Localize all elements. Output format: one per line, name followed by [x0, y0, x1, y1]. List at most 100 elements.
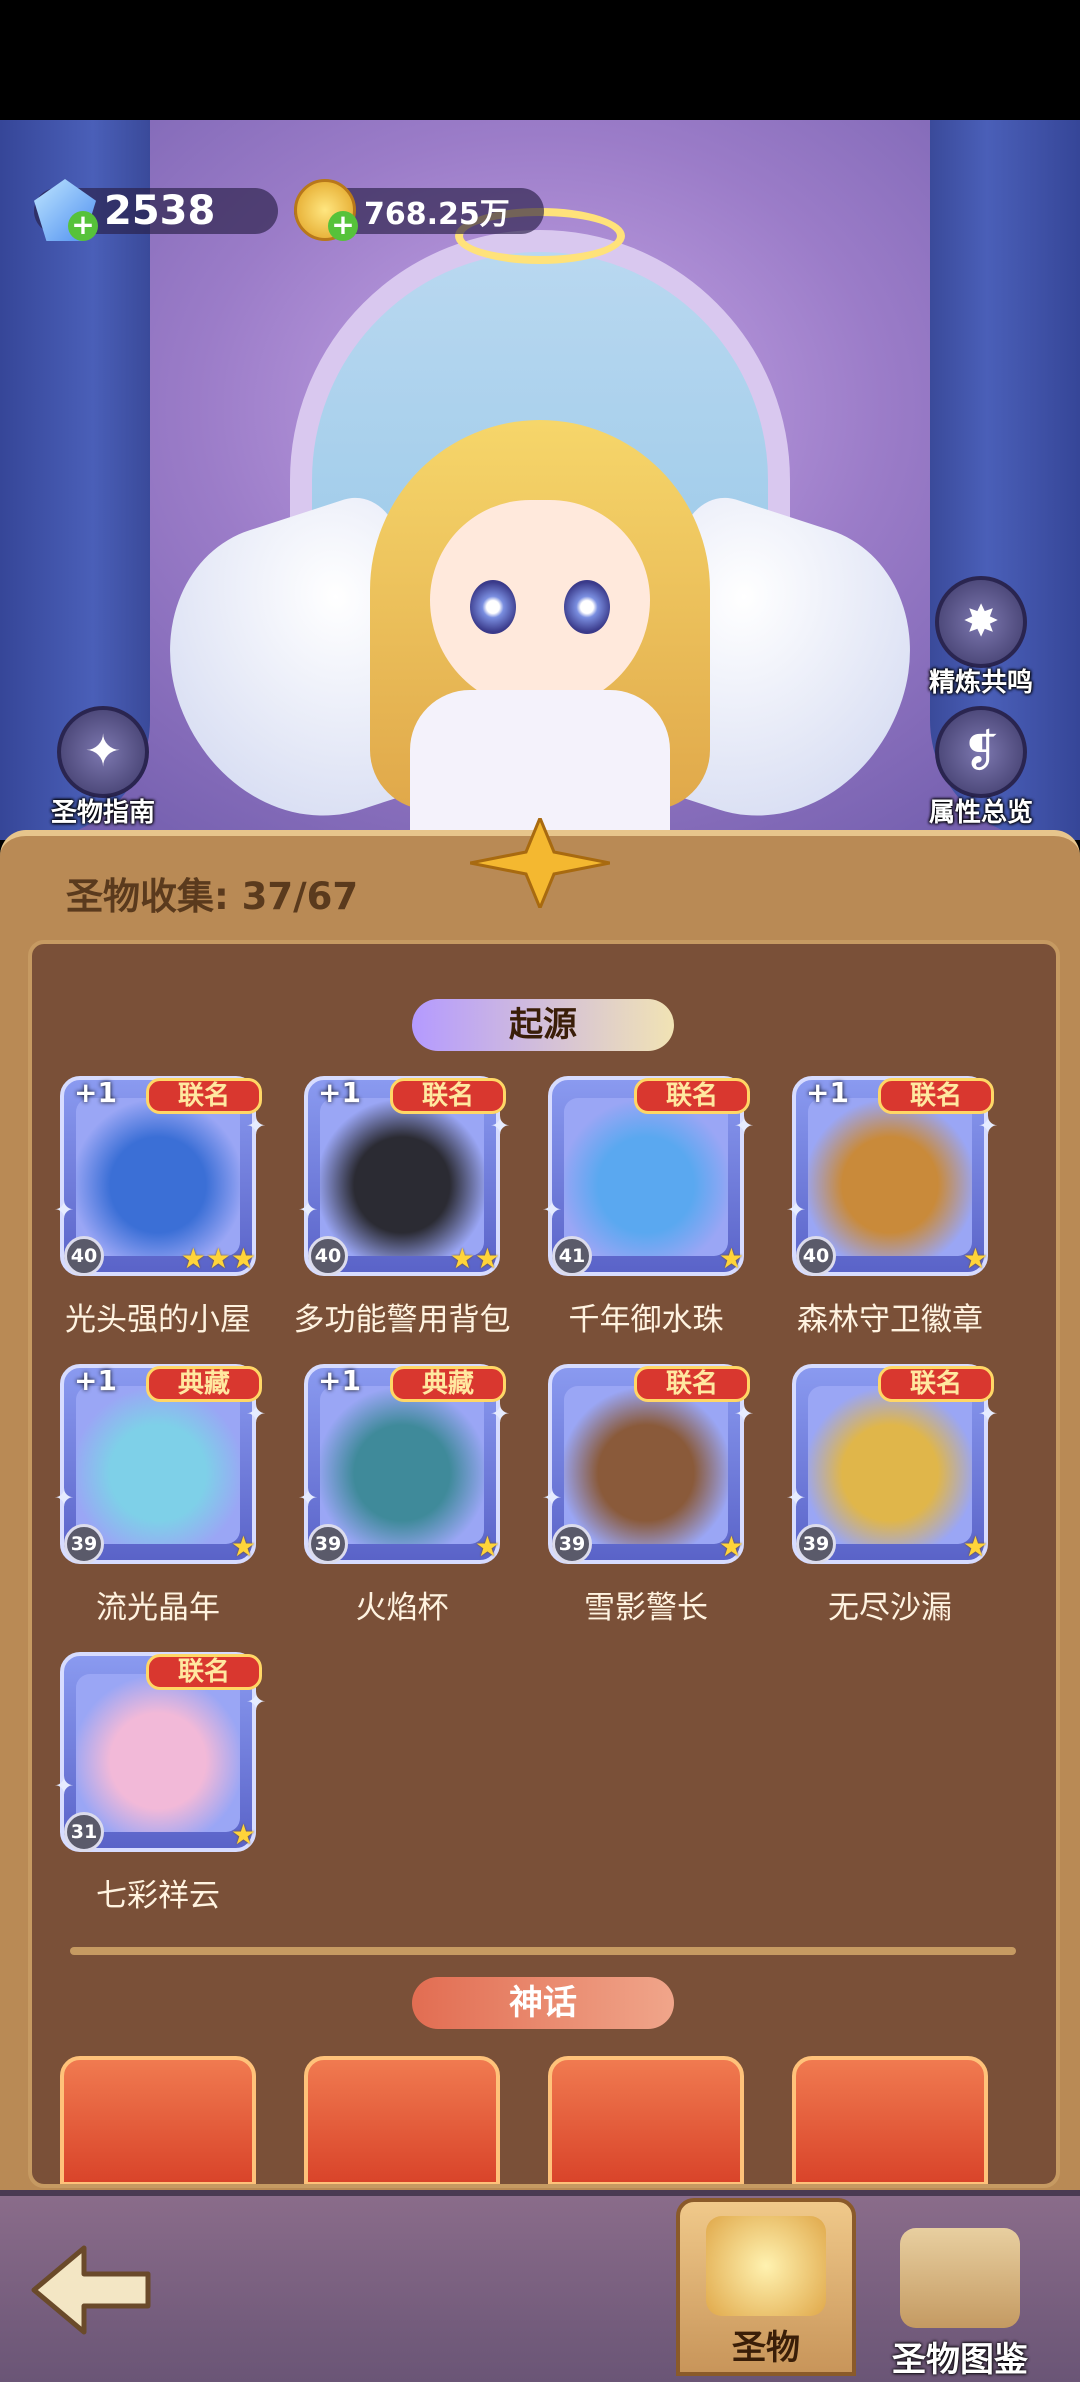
relic-art — [320, 1098, 484, 1256]
relic-level: 41 — [552, 1236, 592, 1276]
relic-card[interactable]: ✦ ✦ +1 联名 40 ★★ — [298, 1076, 514, 1296]
relic-card[interactable]: ✦ ✦ +1 联名 40 ★★★ — [54, 1076, 270, 1296]
relic-name: 雪影警长 — [584, 1590, 708, 1626]
relic-list[interactable]: 起源 ✦ ✦ +1 联名 40 ★★★ 光头强的小屋 ✦ ✦ +1 联名 40 ★★ 多功能警用背包 ✦ ✦ 联… — [28, 940, 1060, 2188]
relic-level: 31 — [64, 1812, 104, 1852]
relic-art — [76, 1386, 240, 1544]
back-arrow-icon[interactable] — [26, 2240, 156, 2340]
relic-tag: 联名 — [390, 1078, 506, 1114]
sparkle-icon: ✦ — [298, 1484, 319, 1512]
star-rating: ★ — [718, 1530, 744, 1563]
star-rating: ★ — [718, 1242, 744, 1275]
relic-level: 39 — [796, 1524, 836, 1564]
plus-one-badge: +1 — [318, 1076, 361, 1109]
relic-level: 40 — [796, 1236, 836, 1276]
coin-counter[interactable]: 768.25万 + — [294, 179, 544, 241]
plus-one-badge: +1 — [74, 1364, 117, 1397]
sparkle-icon: ✦ — [54, 1772, 75, 1800]
attribute-overview-button[interactable]: ❡ 属性总览 — [926, 706, 1036, 829]
relic-art — [808, 1098, 972, 1256]
refine-resonance-label: 精炼共鸣 — [928, 668, 1033, 698]
myth-relic-card[interactable] — [304, 2056, 500, 2184]
panel-ornament-icon — [470, 818, 610, 908]
plus-one-badge: +1 — [806, 1076, 849, 1109]
relic-card[interactable]: ✦ ✦ 联名 39 ★ — [786, 1364, 1002, 1584]
sparkle-icon: ✦ — [786, 1484, 807, 1512]
sparkle-icon: ✦ — [54, 1484, 75, 1512]
sparkle-icon: ✦ — [246, 1112, 267, 1140]
relic-art — [76, 1098, 240, 1256]
add-diamond-icon[interactable]: + — [68, 211, 98, 241]
relic-art — [808, 1386, 972, 1544]
relic-guide-label: 圣物指南 — [50, 798, 155, 828]
tab-relic-atlas[interactable]: 圣物图鉴 — [870, 2214, 1050, 2380]
myth-relic-card[interactable] — [792, 2056, 988, 2184]
myth-relic-card[interactable] — [60, 2056, 256, 2184]
relic-name: 多功能警用背包 — [293, 1302, 511, 1338]
relic-tag: 联名 — [634, 1078, 750, 1114]
relic-level: 39 — [552, 1524, 592, 1564]
star-rating: ★★★ — [180, 1242, 256, 1275]
angel-face — [430, 500, 650, 710]
relic-card[interactable]: ✦ ✦ +1 典藏 39 ★ — [54, 1364, 270, 1584]
relic-tag: 典藏 — [390, 1366, 506, 1402]
sparkle-icon: ✦ — [978, 1400, 999, 1428]
sparkle-icon: ✦ — [490, 1400, 511, 1428]
relic-tag: 典藏 — [146, 1366, 262, 1402]
sparkle-icon: ✦ — [786, 1196, 807, 1224]
relic-name: 流光晶年 — [96, 1590, 220, 1626]
relic-tag: 联名 — [146, 1078, 262, 1114]
relic-tag: 联名 — [634, 1366, 750, 1402]
sparkle-icon: ✦ — [734, 1112, 755, 1140]
sparkle-icon: ✦ — [542, 1484, 563, 1512]
plus-one-badge: +1 — [318, 1364, 361, 1397]
refine-resonance-button[interactable]: ✸ 精炼共鸣 — [926, 576, 1036, 699]
plus-one-badge: +1 — [74, 1076, 117, 1109]
star-rating: ★ — [962, 1242, 988, 1275]
collection-progress: 圣物收集: 37/67 — [66, 875, 359, 918]
star-rating: ★ — [962, 1530, 988, 1563]
sparkle-icon: ✦ — [978, 1112, 999, 1140]
star-rating: ★ — [474, 1530, 500, 1563]
relic-name: 七彩祥云 — [96, 1878, 220, 1914]
sparkle-icon: ✦ — [246, 1400, 267, 1428]
add-coin-icon[interactable]: + — [328, 211, 358, 241]
tab-atlas-label: 圣物图鉴 — [892, 2340, 1028, 2380]
wizard-icon: ✦ — [57, 706, 149, 798]
tab-relic[interactable]: 圣物 — [676, 2198, 856, 2376]
relic-card[interactable]: ✦ ✦ +1 典藏 39 ★ — [298, 1364, 514, 1584]
attribute-overview-label: 属性总览 — [928, 798, 1033, 828]
diamond-counter[interactable]: 2538 + — [34, 179, 278, 241]
relic-name: 无尽沙漏 — [828, 1590, 952, 1626]
tab-relic-label: 圣物 — [732, 2328, 800, 2368]
sparkle-icon: ✦ — [298, 1196, 319, 1224]
relic-name: 火焰杯 — [355, 1590, 449, 1626]
relic-level: 39 — [64, 1524, 104, 1564]
relic-name: 光头强的小屋 — [65, 1302, 251, 1338]
sparkle-icon: ✦ — [542, 1196, 563, 1224]
status-bar — [0, 0, 1080, 120]
relic-name: 森林守卫徽章 — [797, 1302, 983, 1338]
relic-card[interactable]: ✦ ✦ 联名 31 ★ — [54, 1652, 270, 1872]
star-rating: ★ — [230, 1818, 256, 1851]
section-divider — [70, 1947, 1016, 1955]
relic-level: 39 — [308, 1524, 348, 1564]
star-burst-icon: ✸ — [935, 576, 1027, 668]
right-eye — [564, 580, 610, 634]
book-icon — [900, 2228, 1020, 2328]
star-rating: ★ — [230, 1530, 256, 1563]
relic-level: 40 — [64, 1236, 104, 1276]
relic-tag: 联名 — [878, 1366, 994, 1402]
left-eye — [470, 580, 516, 634]
relic-name: 千年御水珠 — [568, 1302, 724, 1338]
scroll-icon: ❡ — [935, 706, 1027, 798]
sparkle-icon: ✦ — [246, 1688, 267, 1716]
sparkle-icon: ✦ — [734, 1400, 755, 1428]
relic-art — [76, 1674, 240, 1832]
relic-card[interactable]: ✦ ✦ 联名 39 ★ — [542, 1364, 758, 1584]
relic-card[interactable]: ✦ ✦ +1 联名 40 ★ — [786, 1076, 1002, 1296]
relic-card[interactable]: ✦ ✦ 联名 41 ★ — [542, 1076, 758, 1296]
relic-guide-button[interactable]: ✦ 圣物指南 — [48, 706, 158, 829]
myth-relic-card[interactable] — [548, 2056, 744, 2184]
sparkle-icon: ✦ — [490, 1112, 511, 1140]
